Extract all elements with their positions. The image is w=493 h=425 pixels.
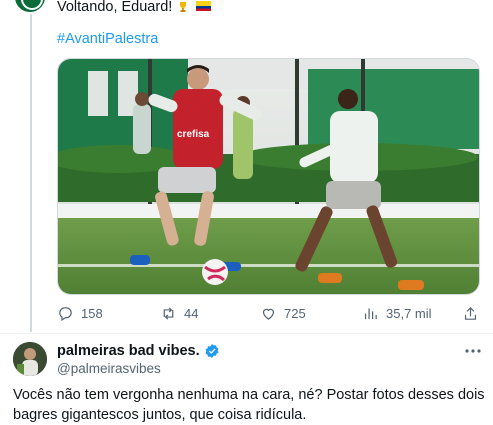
retweet-icon (163, 307, 174, 320)
palmeiras-avatar[interactable] (13, 0, 47, 14)
sponsor-text: crefisa (177, 129, 210, 140)
reply-author-name[interactable]: palmeiras bad vibes. (57, 343, 200, 359)
reply-divider (0, 333, 493, 334)
reply-text: Vocês não tem vergonha nenhuma na cara, … (13, 387, 485, 423)
tweet-image[interactable]: crefisa (57, 58, 480, 295)
thread-line (30, 14, 32, 332)
share-icon (464, 306, 477, 320)
retweet-count: 44 (184, 306, 199, 321)
tweet-text: Voltando, Eduard! (57, 0, 212, 17)
views-action[interactable]: 35,7 mil (362, 305, 432, 322)
more-options-icon[interactable] (463, 343, 483, 359)
hashtag-link[interactable]: #AvantiPalestra (57, 31, 158, 47)
views-count: 35,7 mil (386, 306, 432, 321)
reply-author-handle[interactable]: @palmeirasvibes (57, 361, 161, 376)
views-chart-icon (364, 308, 377, 320)
retweet-action[interactable]: 44 (160, 305, 198, 322)
reply-action[interactable]: 158 (57, 305, 103, 322)
reply-avatar-image (13, 342, 47, 376)
reply-icon (59, 307, 72, 321)
trophy-icon (180, 2, 187, 13)
reply-count: 158 (81, 306, 103, 321)
heart-icon (262, 308, 275, 320)
palmeiras-logo-icon (21, 0, 43, 10)
like-count: 725 (284, 306, 306, 321)
share-action[interactable] (462, 305, 479, 322)
tweet-actions: 158 44 725 35,7 mil (57, 305, 480, 325)
tweet-text-content: Voltando, Eduard! (57, 0, 173, 15)
colombia-flag-icon (196, 1, 212, 12)
reply-author-avatar[interactable] (13, 342, 47, 376)
reply-author-row: palmeiras bad vibes. (57, 343, 220, 359)
verified-badge-icon (205, 344, 219, 358)
like-action[interactable]: 725 (260, 305, 306, 322)
training-photo: crefisa (58, 59, 479, 294)
